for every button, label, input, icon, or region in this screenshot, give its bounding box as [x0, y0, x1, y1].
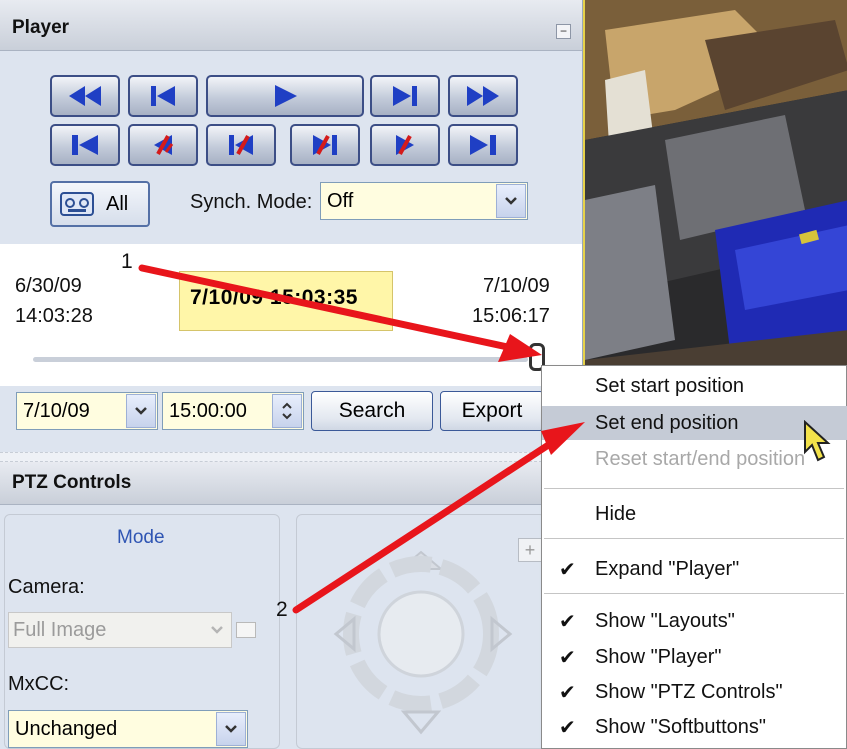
arrow-1-line — [138, 264, 516, 352]
arrow-2-line — [292, 436, 560, 614]
callout-number-1: 1 — [121, 250, 133, 273]
arrow-2-head-icon — [541, 422, 585, 455]
arrow-1-head-icon — [498, 334, 542, 362]
annotation-arrows — [138, 264, 585, 614]
callout-number-2: 2 — [276, 598, 288, 621]
